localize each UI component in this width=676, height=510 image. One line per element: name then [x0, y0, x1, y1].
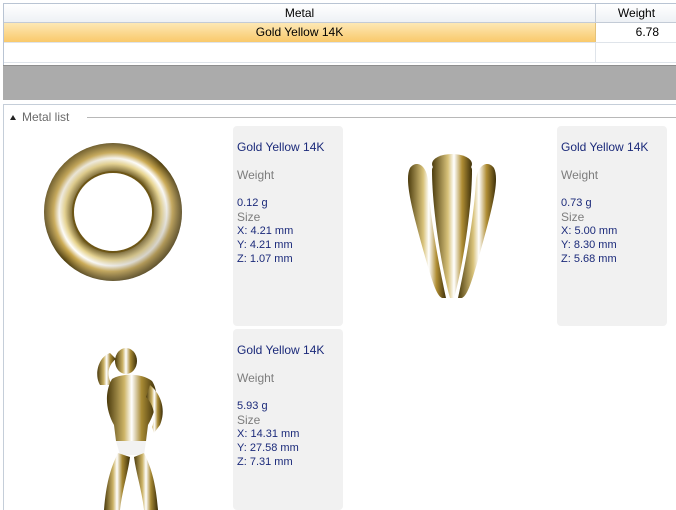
- metal-cell[interactable]: Gold Yellow 14K: [4, 23, 596, 42]
- weight-value: 0.12 g: [237, 197, 268, 209]
- size-label: Size: [237, 413, 261, 427]
- empty-metal-cell[interactable]: [4, 43, 596, 62]
- panel-title: Metal list: [22, 110, 70, 124]
- column-header-weight[interactable]: Weight: [596, 4, 676, 22]
- metal-list-panel: Metal list Gold Yellow 14K Weight 0.12 g…: [3, 104, 676, 510]
- grid-header: Metal Weight: [4, 4, 676, 23]
- size-x: X: 5.00 mm: [561, 225, 618, 237]
- collapse-triangle-icon[interactable]: [10, 114, 16, 120]
- weight-value: 0.73 g: [561, 197, 592, 209]
- size-label: Size: [561, 210, 585, 224]
- item-metal-name: Gold Yellow 14K: [237, 343, 325, 357]
- weight-value: 5.93 g: [237, 400, 268, 412]
- size-y: Y: 4.21 mm: [237, 239, 293, 251]
- size-z: Z: 5.68 mm: [561, 253, 617, 265]
- weight-label: Weight: [561, 168, 599, 182]
- item-info: Gold Yellow 14K Weight 5.93 g Size X: 14…: [233, 329, 343, 510]
- item-metal-name: Gold Yellow 14K: [237, 140, 325, 154]
- setting-thumbnail: [407, 154, 497, 298]
- splitter-bar: [3, 65, 676, 100]
- divider: [87, 117, 676, 118]
- metal-list-header[interactable]: Metal list: [10, 110, 69, 124]
- figurine-thumbnail: [97, 348, 163, 510]
- item-info: Gold Yellow 14K Weight 0.73 g Size X: 5.…: [557, 126, 667, 326]
- weight-label: Weight: [237, 371, 275, 385]
- size-y: Y: 8.30 mm: [561, 239, 617, 251]
- empty-weight-cell[interactable]: [596, 43, 676, 62]
- table-row[interactable]: Gold Yellow 14K 6.78: [4, 23, 676, 43]
- ring-thumbnail: [44, 143, 182, 281]
- size-x: X: 4.21 mm: [237, 225, 294, 237]
- size-y: Y: 27.58 mm: [237, 442, 299, 454]
- metal-weight-grid: Metal Weight Gold Yellow 14K 6.78: [3, 3, 676, 67]
- weight-cell[interactable]: 6.78: [596, 23, 676, 42]
- item-metal-name: Gold Yellow 14K: [561, 140, 649, 154]
- column-header-metal[interactable]: Metal: [4, 4, 596, 22]
- size-x: X: 14.31 mm: [237, 428, 300, 440]
- size-z: Z: 1.07 mm: [237, 253, 293, 265]
- size-label: Size: [237, 210, 261, 224]
- size-z: Z: 7.31 mm: [237, 456, 293, 468]
- empty-row[interactable]: [4, 43, 676, 63]
- item-info: Gold Yellow 14K Weight 0.12 g Size X: 4.…: [233, 126, 343, 326]
- weight-label: Weight: [237, 168, 275, 182]
